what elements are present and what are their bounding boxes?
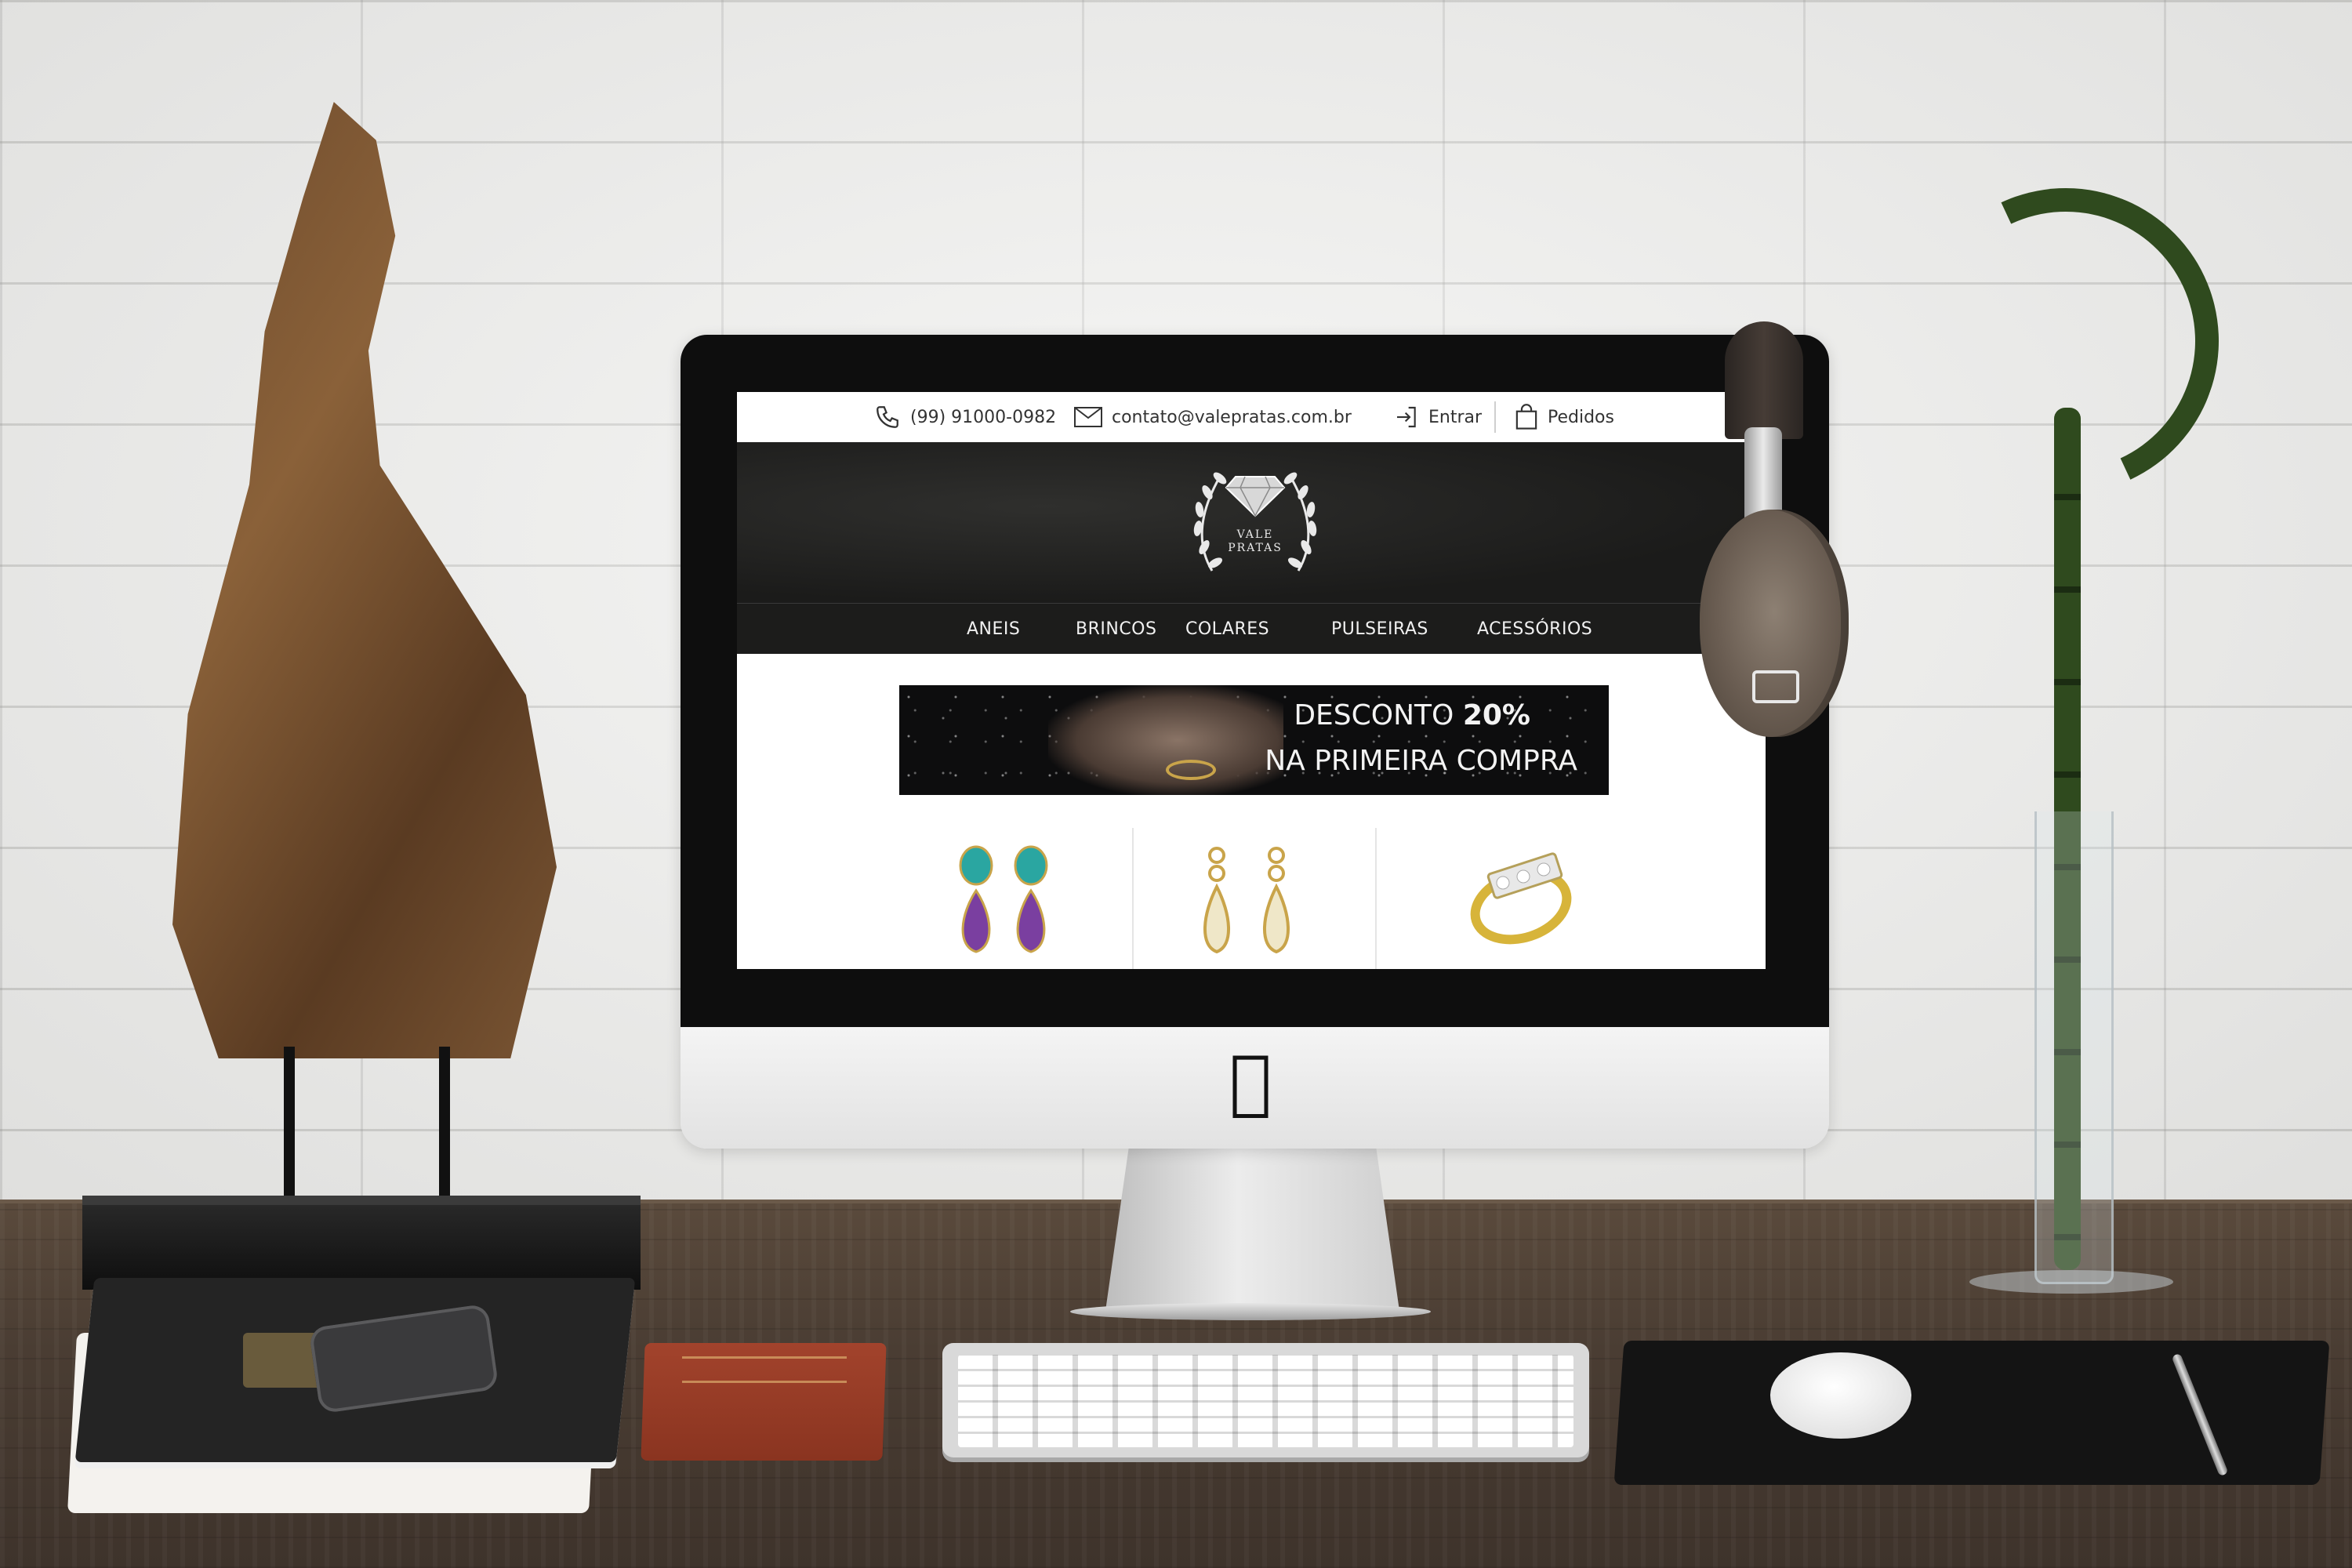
nav-item-colares[interactable]: COLARES <box>1185 604 1269 654</box>
website-header: VALE PRATAS <box>737 442 1766 604</box>
keyboard-keys[interactable] <box>958 1355 1573 1447</box>
product-card[interactable] <box>1168 828 1325 969</box>
passport-emboss <box>682 1356 847 1383</box>
orders-label: Pedidos <box>1548 407 1614 427</box>
glass-vase <box>2034 811 2114 1284</box>
product-divider <box>1132 828 1134 969</box>
envelope-icon <box>1074 407 1102 427</box>
apple-logo-icon:  <box>1229 1047 1272 1117</box>
banner-bracelet-image <box>1166 760 1216 780</box>
product-card[interactable] <box>917 828 1090 969</box>
topbar-phone[interactable]: (99) 91000-0982 <box>874 392 1056 442</box>
headphones-logo-icon <box>1752 670 1799 703</box>
topbar-divider <box>1494 401 1496 433</box>
login-link[interactable]: Entrar <box>1394 392 1482 442</box>
website-topbar: (99) 91000-0982 contato@valepratas.com.b… <box>737 392 1766 443</box>
imac-foot <box>1070 1303 1431 1320</box>
nav-item-aneis[interactable]: ANEIS <box>967 604 1020 654</box>
product-grid <box>737 828 1766 969</box>
login-label: Entrar <box>1428 407 1483 427</box>
nav-item-acessorios[interactable]: ACESSÓRIOS <box>1477 604 1592 654</box>
product-divider <box>1375 828 1377 969</box>
laurel-diamond-icon <box>1181 472 1330 590</box>
logo-text-vale: VALE <box>1236 528 1274 541</box>
shopping-bag-icon <box>1515 404 1538 430</box>
banner-discount-prefix: DESCONTO <box>1294 699 1463 731</box>
headphones-headband <box>1725 321 1803 439</box>
phone-icon <box>874 404 901 430</box>
vale-pratas-logo[interactable]: VALE PRATAS <box>1181 453 1330 586</box>
nav-item-pulseiras[interactable]: PULSEIRAS <box>1331 604 1428 654</box>
glass-vase-base <box>1969 1270 2173 1294</box>
orders-link[interactable]: Pedidos <box>1515 392 1614 442</box>
email-address: contato@valepratas.com.br <box>1112 407 1352 427</box>
phone-number: (99) 91000-0982 <box>910 407 1057 427</box>
sculpture-stand-top <box>82 1196 641 1205</box>
sculpture-stand-leg-left <box>284 1047 295 1200</box>
mouse[interactable] <box>1770 1352 1911 1439</box>
main-nav: ANEIS BRINCOS COLARES PULSEIRAS ACESSÓRI… <box>737 604 1766 654</box>
promo-banner[interactable]: DESCONTO 20% NA PRIMEIRA COMPRA <box>899 685 1609 795</box>
sculpture-stand-leg-right <box>439 1047 450 1200</box>
login-icon <box>1394 405 1419 430</box>
banner-discount-text: DESCONTO 20% <box>1294 699 1530 731</box>
product-card[interactable] <box>1443 828 1599 969</box>
amethyst-turquoise-earrings-icon <box>917 845 1090 969</box>
gold-crystal-drop-earrings-icon <box>1168 847 1325 969</box>
banner-discount-value: 20% <box>1462 699 1530 731</box>
topbar-email[interactable]: contato@valepratas.com.br <box>1074 392 1352 442</box>
gold-diamond-ring-icon <box>1443 852 1599 969</box>
imac-stand <box>1105 1146 1399 1311</box>
website-screen: (99) 91000-0982 contato@valepratas.com.b… <box>737 392 1766 969</box>
nav-item-brincos[interactable]: BRINCOS <box>1076 604 1156 654</box>
sculpture-stand-base <box>82 1196 641 1290</box>
logo-text-pratas: PRATAS <box>1228 542 1283 554</box>
banner-model-image <box>1048 685 1283 795</box>
banner-first-purchase-text: NA PRIMEIRA COMPRA <box>1265 745 1577 777</box>
